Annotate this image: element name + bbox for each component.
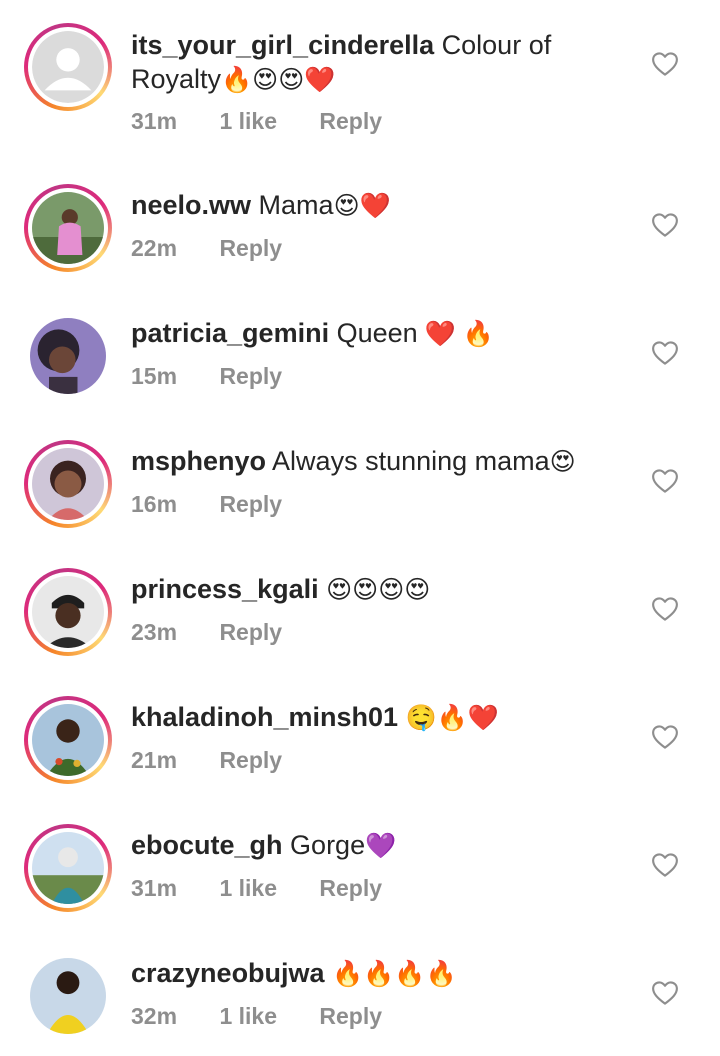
heart-outline-icon[interactable] xyxy=(650,210,680,240)
heart-outline-icon[interactable] xyxy=(650,594,680,624)
default-avatar-icon xyxy=(32,31,104,103)
comment-meta: 21m Reply xyxy=(131,747,318,774)
story-ring-avatar[interactable] xyxy=(24,696,112,784)
comment-username[interactable]: princess_kgali xyxy=(131,574,319,604)
comment-emoji: ❤️ 🔥 xyxy=(417,320,494,348)
comment-time: 21m xyxy=(131,747,178,773)
comment-username[interactable]: khaladinoh_minsh01 xyxy=(131,702,398,732)
reply-button[interactable]: Reply xyxy=(219,747,282,773)
comment-time: 31m xyxy=(131,108,178,134)
reply-button[interactable]: Reply xyxy=(219,235,282,261)
comment-meta: 23m Reply xyxy=(131,619,318,646)
comment-meta: 22m Reply xyxy=(131,235,318,262)
reply-button[interactable]: Reply xyxy=(219,491,282,517)
comment-body: Always stunning mama xyxy=(272,446,550,476)
comment-meta: 15m Reply xyxy=(131,363,318,390)
user-photo-avatar xyxy=(30,318,106,394)
story-ring-avatar[interactable] xyxy=(24,184,112,272)
heart-outline-icon[interactable] xyxy=(650,338,680,368)
comment-item: its_your_girl_cinderella Colour of Royal… xyxy=(0,0,720,134)
comment-item: princess_kgali 😍😍😍😍 23m Reply xyxy=(0,544,720,672)
user-photo-avatar xyxy=(32,704,104,776)
reply-button[interactable]: Reply xyxy=(319,108,382,134)
comment-body: Queen xyxy=(336,318,418,348)
comment-time: 32m xyxy=(131,1003,178,1029)
comment-text: ebocute_gh Gorge💜 xyxy=(131,828,641,863)
comment-text: princess_kgali 😍😍😍😍 xyxy=(131,572,641,607)
story-ring-avatar[interactable] xyxy=(24,568,112,656)
comment-item: msphenyo Always stunning mama😍 16m Reply xyxy=(0,416,720,544)
user-photo-avatar xyxy=(32,576,104,648)
comment-like-count[interactable]: 1 like xyxy=(219,1003,277,1029)
comment-text: msphenyo Always stunning mama😍 xyxy=(131,444,641,479)
comment-emoji: 😍 xyxy=(549,448,576,476)
comment-username[interactable]: msphenyo xyxy=(131,446,266,476)
reply-button[interactable]: Reply xyxy=(219,363,282,389)
avatar[interactable] xyxy=(30,958,106,1034)
comment-time: 16m xyxy=(131,491,178,517)
comment-meta: 16m Reply xyxy=(131,491,318,518)
heart-outline-icon[interactable] xyxy=(650,466,680,496)
comment-text: its_your_girl_cinderella Colour of Royal… xyxy=(131,28,641,97)
reply-button[interactable]: Reply xyxy=(319,875,382,901)
comment-time: 22m xyxy=(131,235,178,261)
comment-text: khaladinoh_minsh01 🤤🔥❤️ xyxy=(131,700,641,735)
avatar[interactable] xyxy=(30,318,106,394)
comment-like-count[interactable]: 1 like xyxy=(219,875,277,901)
heart-outline-icon[interactable] xyxy=(650,49,680,79)
comment-body: Mama xyxy=(258,190,334,220)
comment-text: patricia_gemini Queen ❤️ 🔥 xyxy=(131,316,641,351)
comment-emoji: 💜 xyxy=(365,832,397,860)
comment-emoji: 🔥😍😍❤️ xyxy=(221,66,336,94)
comment-username[interactable]: neelo.ww xyxy=(131,190,251,220)
comment-username[interactable]: patricia_gemini xyxy=(131,318,329,348)
heart-outline-icon[interactable] xyxy=(650,978,680,1008)
comment-time: 15m xyxy=(131,363,178,389)
comment-time: 23m xyxy=(131,619,178,645)
reply-button[interactable]: Reply xyxy=(319,1003,382,1029)
comment-item: patricia_gemini Queen ❤️ 🔥 15m Reply xyxy=(0,288,720,416)
comment-emoji: 😍😍😍😍 xyxy=(326,576,431,604)
comment-like-count[interactable]: 1 like xyxy=(219,108,277,134)
user-photo-avatar xyxy=(32,832,104,904)
heart-outline-icon[interactable] xyxy=(650,722,680,752)
comment-time: 31m xyxy=(131,875,178,901)
heart-outline-icon[interactable] xyxy=(650,850,680,880)
comment-username[interactable]: crazyneobujwa xyxy=(131,958,325,988)
comment-text: neelo.ww Mama😍❤️ xyxy=(131,188,641,223)
comment-emoji: 🔥🔥🔥🔥 xyxy=(332,960,457,988)
comment-meta: 31m 1 like Reply xyxy=(131,108,418,135)
comment-meta: 31m 1 like Reply xyxy=(131,875,418,902)
comment-item: crazyneobujwa 🔥🔥🔥🔥 32m 1 like Reply xyxy=(0,928,720,1056)
user-photo-avatar xyxy=(32,448,104,520)
comment-emoji: 🤤🔥❤️ xyxy=(405,704,499,732)
comment-item: neelo.ww Mama😍❤️ 22m Reply xyxy=(0,160,720,288)
comment-text: crazyneobujwa 🔥🔥🔥🔥 xyxy=(131,956,641,991)
comment-item: khaladinoh_minsh01 🤤🔥❤️ 21m Reply xyxy=(0,672,720,800)
comment-meta: 32m 1 like Reply xyxy=(131,1003,418,1030)
comment-username[interactable]: its_your_girl_cinderella xyxy=(131,30,434,60)
user-photo-avatar xyxy=(30,958,106,1034)
comment-emoji: 😍❤️ xyxy=(333,192,391,220)
comment-username[interactable]: ebocute_gh xyxy=(131,830,283,860)
story-ring-avatar[interactable] xyxy=(24,440,112,528)
reply-button[interactable]: Reply xyxy=(219,619,282,645)
comment-body: Gorge xyxy=(290,830,366,860)
user-photo-avatar xyxy=(32,192,104,264)
story-ring-avatar[interactable] xyxy=(24,23,112,111)
story-ring-avatar[interactable] xyxy=(24,824,112,912)
comment-item: ebocute_gh Gorge💜 31m 1 like Reply xyxy=(0,800,720,928)
